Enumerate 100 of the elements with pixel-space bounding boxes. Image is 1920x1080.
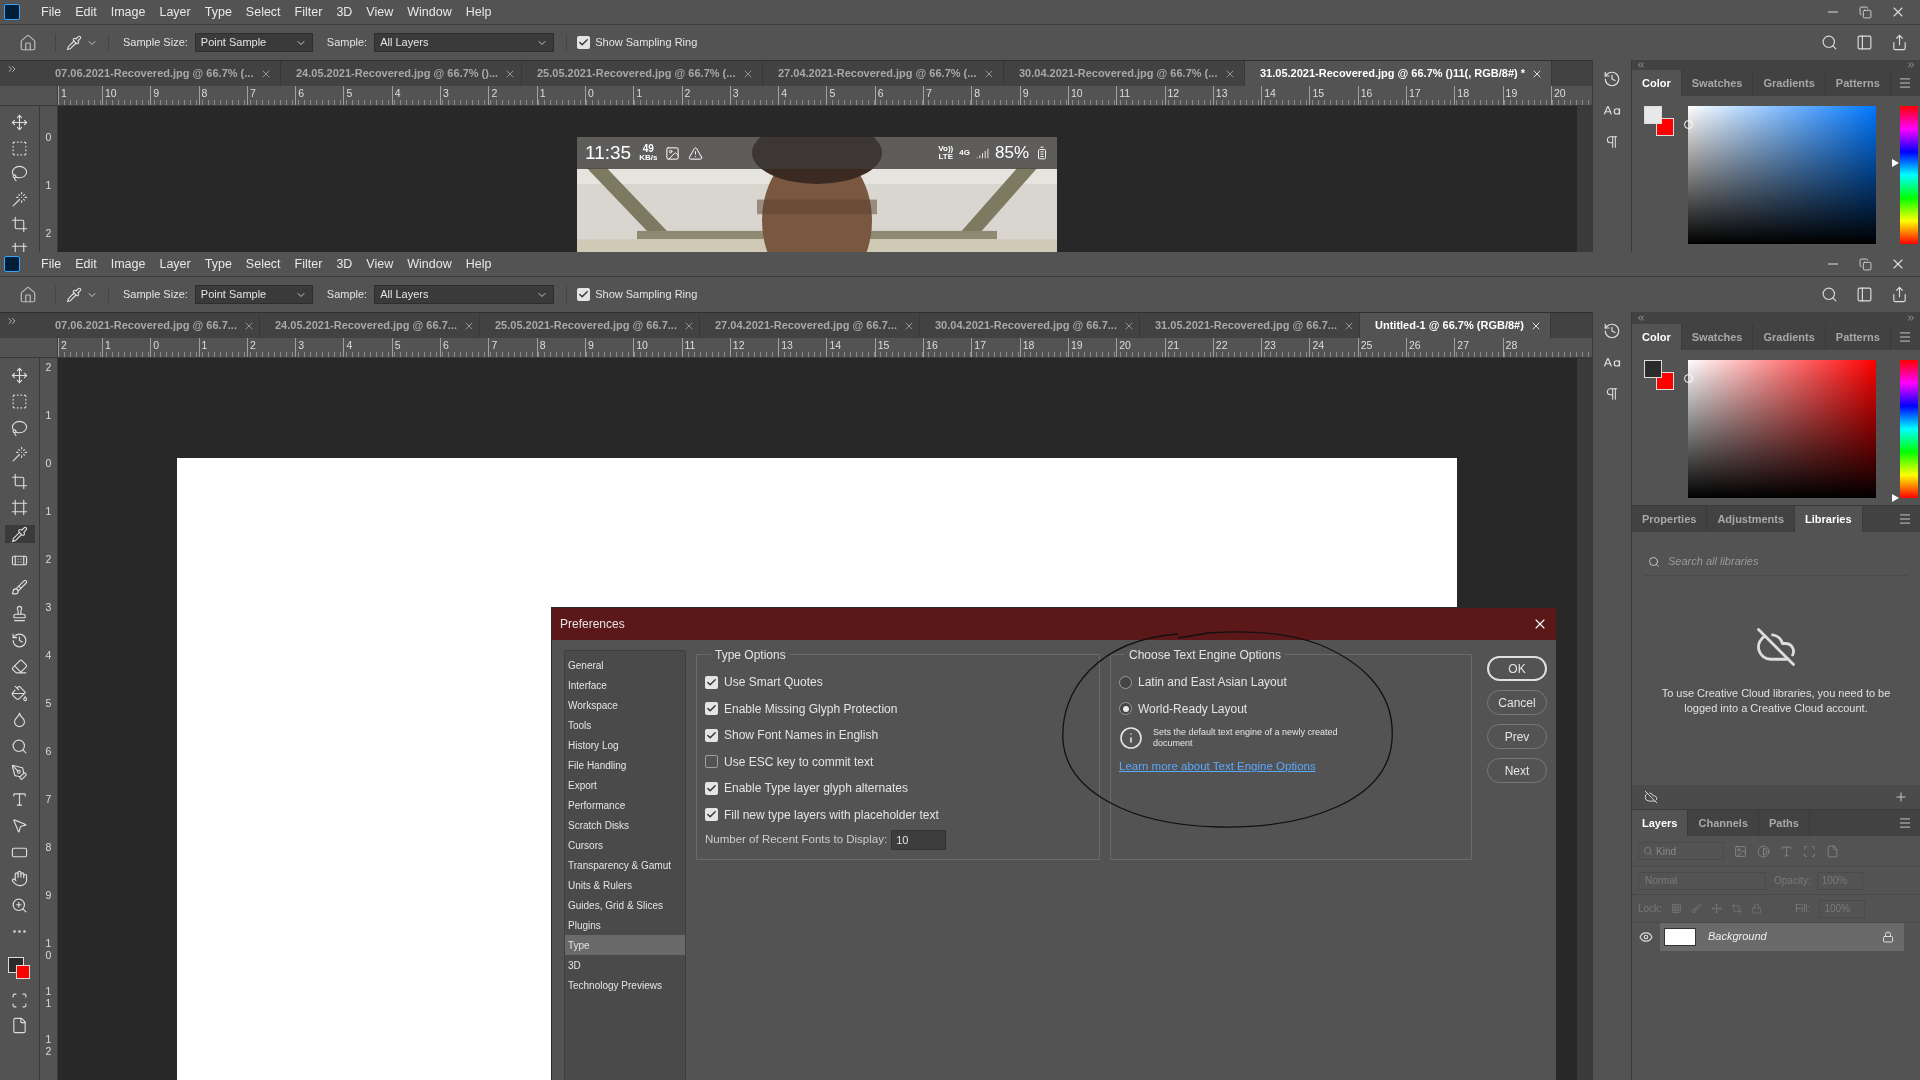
sidebar-item[interactable]: Cursors	[565, 835, 685, 855]
menu-item[interactable]: Select	[238, 254, 288, 274]
sidebar-item[interactable]: General	[565, 655, 685, 675]
menu-item[interactable]: Type	[197, 2, 239, 22]
panel-tab[interactable]: Swatches	[1681, 324, 1754, 350]
home-icon[interactable]	[18, 33, 37, 52]
search-icon[interactable]	[1821, 34, 1838, 51]
cloud-icon[interactable]	[1644, 790, 1658, 804]
checkbox[interactable]	[705, 728, 718, 742]
panel-tab[interactable]: Patterns	[1825, 70, 1891, 96]
sidebar-item[interactable]: History Log	[565, 735, 685, 755]
panel-tab[interactable]: Color	[1632, 324, 1682, 350]
share-icon[interactable]	[1891, 286, 1908, 303]
dialog-button[interactable]: OK	[1487, 656, 1547, 681]
history-icon[interactable]	[1603, 70, 1621, 88]
menu-item[interactable]: View	[359, 254, 401, 274]
magic-wand-icon[interactable]	[11, 190, 28, 208]
sample-size-dropdown[interactable]: Point Sample	[194, 33, 313, 52]
menu-item[interactable]: Window	[400, 2, 459, 22]
move-icon[interactable]	[11, 114, 28, 131]
eyedropper-icon[interactable]	[66, 286, 82, 303]
sidebar-item[interactable]: Units & Rulers	[565, 875, 685, 895]
crop-icon[interactable]	[11, 472, 28, 490]
checkbox[interactable]	[705, 808, 718, 822]
recent-fonts-field[interactable]: 10	[891, 830, 947, 850]
magic-wand-icon[interactable]	[11, 446, 28, 463]
add-icon[interactable]	[1894, 790, 1908, 804]
sidebar-item[interactable]: Performance	[565, 795, 685, 815]
hand-icon[interactable]	[11, 870, 28, 887]
vertical-scrollbar[interactable]	[1577, 106, 1592, 252]
library-search-field[interactable]: Search all libraries	[1668, 553, 1898, 570]
checkbox[interactable]	[705, 781, 718, 795]
sidebar-item[interactable]: Transparency & Gamut	[565, 855, 685, 875]
radio-button[interactable]	[1119, 702, 1132, 716]
move-icon[interactable]	[11, 366, 28, 384]
quick-mask-icon[interactable]	[11, 991, 28, 1009]
home-icon[interactable]	[18, 285, 37, 304]
checkbox[interactable]	[577, 288, 591, 301]
vertical-scrollbar[interactable]	[1577, 358, 1592, 1080]
brush-icon[interactable]	[11, 578, 28, 596]
pointer-icon[interactable]	[11, 817, 28, 834]
menu-item[interactable]: Image	[103, 2, 153, 22]
radio-button[interactable]	[1119, 675, 1132, 689]
panel-menu-icon[interactable]	[1898, 816, 1912, 830]
visibility-icon[interactable]	[1639, 929, 1653, 944]
stamp-icon[interactable]	[11, 605, 28, 622]
menu-item[interactable]: Layer	[152, 2, 198, 22]
eyedropper-icon[interactable]	[11, 525, 28, 543]
sidebar-item[interactable]: Workspace	[565, 695, 685, 715]
paragraph-icon[interactable]	[1604, 386, 1620, 402]
sidebar-item[interactable]: File Handling	[565, 755, 685, 775]
sidebar-item[interactable]: Technology Previews	[565, 975, 685, 995]
menu-item[interactable]: View	[359, 2, 401, 22]
panel-tab[interactable]: Channels	[1688, 810, 1759, 836]
checkbox-label[interactable]: Show Font Names in English	[724, 726, 879, 745]
checkbox-label[interactable]: Enable Type layer glyph alternates	[724, 779, 908, 798]
menu-item[interactable]: Edit	[68, 2, 104, 22]
droplet-icon[interactable]	[11, 711, 28, 728]
menu-item[interactable]: Help	[458, 254, 499, 274]
type-icon[interactable]	[11, 790, 28, 808]
checkbox-label[interactable]: Use ESC key to commit text	[724, 752, 874, 771]
expand-icon[interactable]	[6, 315, 18, 327]
color-swatches-icon[interactable]	[1644, 106, 1674, 138]
zoom-icon[interactable]	[11, 896, 28, 914]
panel-tab[interactable]: Properties	[1632, 506, 1708, 532]
crop-icon[interactable]	[11, 216, 28, 233]
menu-item[interactable]: Filter	[287, 2, 330, 22]
history-icon[interactable]	[1603, 322, 1621, 340]
frame-icon[interactable]	[11, 499, 28, 516]
panel-menu-icon[interactable]	[1898, 330, 1912, 344]
sample-size-dropdown[interactable]: Point Sample	[194, 285, 313, 304]
menu-item[interactable]: File	[34, 254, 69, 274]
menu-item[interactable]: Image	[103, 254, 153, 274]
radio-label[interactable]: World-Ready Layout	[1138, 699, 1248, 718]
sample-dropdown[interactable]: All Layers	[374, 285, 555, 304]
document-tab[interactable]: Untitled-1 @ 66.7% (RGB/8#)	[1360, 313, 1551, 338]
workspace-icon[interactable]	[1856, 286, 1873, 303]
panel-tab[interactable]: Libraries	[1795, 506, 1863, 532]
restore-button[interactable]	[1859, 5, 1872, 19]
paragraph-icon[interactable]	[1604, 134, 1620, 150]
panel-tab[interactable]: Gradients	[1753, 70, 1826, 96]
panel-tab[interactable]: Gradients	[1753, 324, 1826, 350]
hue-slider[interactable]	[1892, 106, 1918, 244]
sidebar-item[interactable]: Plugins	[565, 915, 685, 935]
lasso-icon[interactable]	[11, 165, 28, 182]
eyedropper-icon[interactable]	[66, 34, 82, 51]
checkbox-label[interactable]: Enable Missing Glyph Protection	[724, 699, 898, 718]
checkbox-label[interactable]: Show Sampling Ring	[595, 286, 698, 303]
sidebar-item[interactable]: Tools	[565, 715, 685, 735]
restore-button[interactable]	[1859, 257, 1872, 271]
layer-row[interactable]: Background	[1660, 922, 1904, 951]
share-icon[interactable]	[1891, 34, 1908, 51]
panel-menu-icon[interactable]	[1898, 76, 1912, 90]
checkbox-label[interactable]: Show Sampling Ring	[595, 34, 698, 51]
menu-item[interactable]: Type	[197, 254, 239, 274]
sidebar-item[interactable]: Scratch Disks	[565, 815, 685, 835]
search-icon[interactable]	[1821, 286, 1838, 303]
search-icon[interactable]	[1648, 555, 1660, 568]
menu-item[interactable]: Edit	[68, 254, 104, 274]
panel-tab[interactable]: Patterns	[1825, 324, 1891, 350]
